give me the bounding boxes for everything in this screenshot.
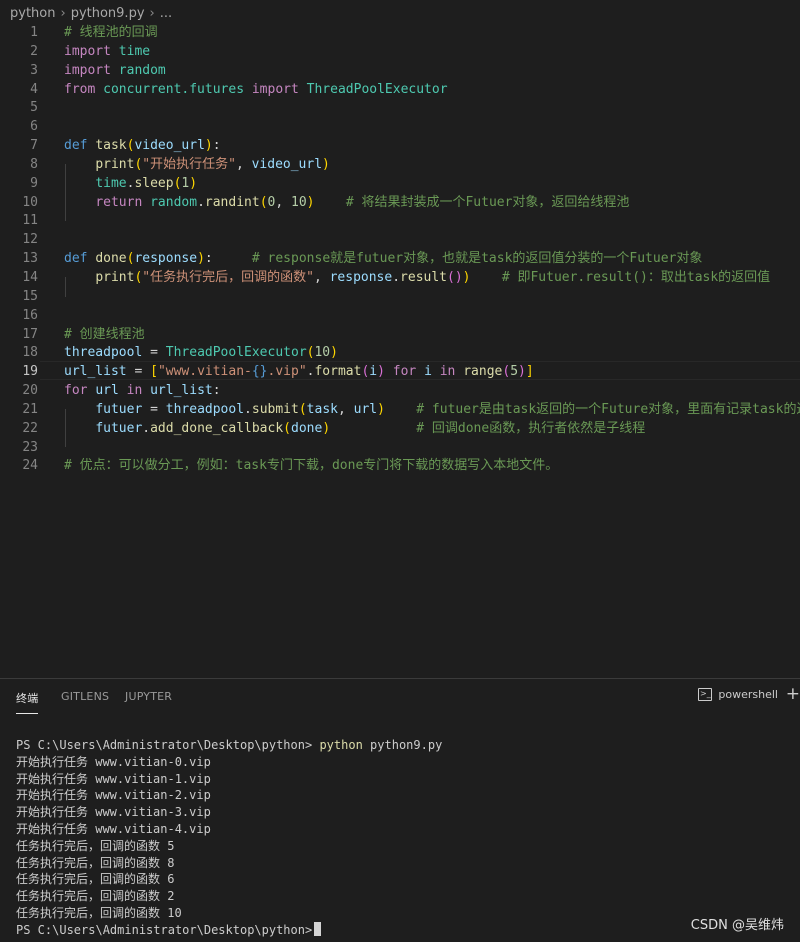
code-placeholder: {} (251, 364, 268, 380)
code-line: 18 threadpool = ThreadPoolExecutor(10) (0, 344, 800, 363)
terminal-icon: >_ (698, 688, 713, 701)
line-number: 15 (22, 288, 38, 304)
code-line: 11 (0, 212, 800, 231)
code-comment: # 即Futuer.result()：取出task的返回值 (501, 269, 771, 285)
watermark: CSDN @吴维炜 (690, 918, 784, 933)
line-number: 7 (30, 138, 38, 154)
terminal-output-line: 任务执行完后，回调的函数 6 (16, 872, 175, 887)
panel-tabs: 终端 GITLENS JUPYTER >_ powershell + (0, 679, 800, 717)
code-line: 24 # 优点：可以做分工，例如：task专门下载，done专门将下载的数据写入本… (0, 457, 800, 476)
tab-gitlens[interactable]: GITLENS (61, 690, 109, 703)
code-string: "任务执行完后，回调的函数" (142, 269, 314, 285)
terminal-output[interactable]: PS C:\Users\Administrator\Desktop\python… (16, 737, 800, 939)
breadcrumb-more[interactable]: ... (160, 6, 172, 21)
tab-jupyter[interactable]: JUPYTER (125, 690, 172, 703)
line-number: 20 (22, 383, 38, 399)
code-comment: # 创建线程池 (64, 326, 145, 342)
code-line: 1 # 线程池的回调 (0, 24, 800, 43)
line-number: 3 (30, 62, 38, 78)
code-line: 17 # 创建线程池 (0, 326, 800, 345)
code-comment: # futuer是由task返回的一个Future对象，里面有记录task的返 (416, 401, 800, 417)
code-line: 8 print("开始执行任务", video_url) (0, 156, 800, 175)
line-number: 8 (30, 156, 38, 172)
terminal-output-line: 任务执行完后，回调的函数 8 (16, 855, 175, 870)
line-number: 10 (22, 194, 38, 210)
plus-icon[interactable]: + (786, 684, 800, 704)
line-number: 11 (22, 213, 38, 229)
terminal-command: python (319, 738, 363, 752)
line-number: 1 (30, 25, 38, 40)
line-number: 13 (22, 251, 38, 267)
terminal-output-line: 任务执行完后，回调的函数 10 (16, 905, 182, 920)
terminal-output-line: 开始执行任务 www.vitian-4.vip (16, 821, 211, 836)
line-number: 12 (22, 232, 38, 248)
line-number: 24 (22, 458, 38, 474)
code-string: .vip" (267, 364, 307, 380)
code-line: 15 (0, 288, 800, 307)
line-number: 23 (22, 439, 38, 455)
code-line: 23 (0, 439, 800, 458)
code-line: 2 import time (0, 43, 800, 62)
line-number: 14 (22, 269, 38, 285)
code-line: 14 print("任务执行完后，回调的函数", response.result… (0, 269, 800, 288)
line-number: 21 (22, 401, 38, 417)
terminal-output-line: 开始执行任务 www.vitian-1.vip (16, 771, 211, 786)
terminal-prompt: PS C:\Users\Administrator\Desktop\python… (16, 922, 313, 937)
terminal-prompt: PS C:\Users\Administrator\Desktop\python… (16, 738, 313, 752)
breadcrumb-file[interactable]: python9.py (71, 6, 145, 21)
terminal-output-line: 任务执行完后，回调的函数 5 (16, 838, 175, 853)
code-line: 4 from concurrent.futures import ThreadPo… (0, 81, 800, 100)
code-comment: # 将结果封装成一个Futuer对象，返回给线程池 (345, 194, 630, 210)
code-line: 10 return random.randint(0, 10) # 将结果封装成… (0, 194, 800, 213)
code-string: "www.vitian- (157, 364, 252, 380)
line-number: 16 (22, 307, 38, 323)
line-number: 18 (22, 345, 38, 361)
terminal-output-line: 开始执行任务 www.vitian-2.vip (16, 788, 211, 803)
code-line: 5 (0, 99, 800, 118)
terminal-command-line: PS C:\Users\Administrator\Desktop\python… (16, 737, 800, 754)
chevron-right-icon: › (60, 5, 66, 21)
chevron-right-icon: › (149, 5, 155, 21)
shell-label: powershell (718, 688, 778, 701)
code-line: 21 futuer = threadpool.submit(task, url)… (0, 401, 800, 420)
code-comment: # 线程池的回调 (64, 25, 158, 40)
code-line: 13 def done(response): # response就是futuer… (0, 250, 800, 269)
code-line: 22 futuer.add_done_callback(done) # 回调do… (0, 420, 800, 439)
tab-terminal[interactable]: 终端 (16, 690, 39, 714)
line-number: 6 (30, 119, 38, 135)
terminal-command-arg: python9.py (370, 738, 443, 752)
line-number: 19 (22, 364, 38, 380)
code-editor[interactable]: 1 # 线程池的回调 2 import time 3 import random 4f… (0, 24, 800, 494)
breadcrumb: python › python9.py › ... (0, 0, 800, 26)
line-number: 22 (22, 420, 38, 436)
code-line-active: 19 url_list = ["www.vitian-{}.vip".format… (0, 363, 800, 382)
code-line: 12 (0, 231, 800, 250)
code-line: 6 (0, 118, 800, 137)
code-line: 16 (0, 307, 800, 326)
code-line: 7 def task(video_url): (0, 137, 800, 156)
code-line: 20 for url in url_list: (0, 382, 800, 401)
terminal-cursor (314, 921, 322, 936)
breadcrumb-folder[interactable]: python (10, 6, 55, 21)
code-string: "开始执行任务" (142, 156, 236, 172)
code-comment: # 回调done函数，执行者依然是子线程 (416, 420, 646, 436)
code-line: 9 time.sleep(1) (0, 175, 800, 194)
line-number: 4 (30, 81, 38, 97)
code-comment: # response就是futuer对象，也就是task的返回值分装的一个Fut… (251, 251, 703, 267)
code-line: 3 import random (0, 62, 800, 81)
line-number: 17 (22, 326, 38, 342)
terminal-output-line: 开始执行任务 www.vitian-0.vip (16, 754, 211, 769)
line-number: 2 (30, 43, 38, 59)
line-number: 5 (30, 100, 38, 116)
terminal-output-line: 开始执行任务 www.vitian-3.vip (16, 805, 211, 820)
line-number: 9 (30, 175, 38, 191)
terminal-output-line: 任务执行完后，回调的函数 2 (16, 889, 175, 904)
terminal-shell-selector[interactable]: >_ powershell (698, 688, 778, 701)
code-comment: # 优点：可以做分工，例如：task专门下载，done专门将下载的数据写入本地文… (64, 458, 559, 474)
terminal-prompt-line: PS C:\Users\Administrator\Desktop\python… (16, 921, 800, 939)
